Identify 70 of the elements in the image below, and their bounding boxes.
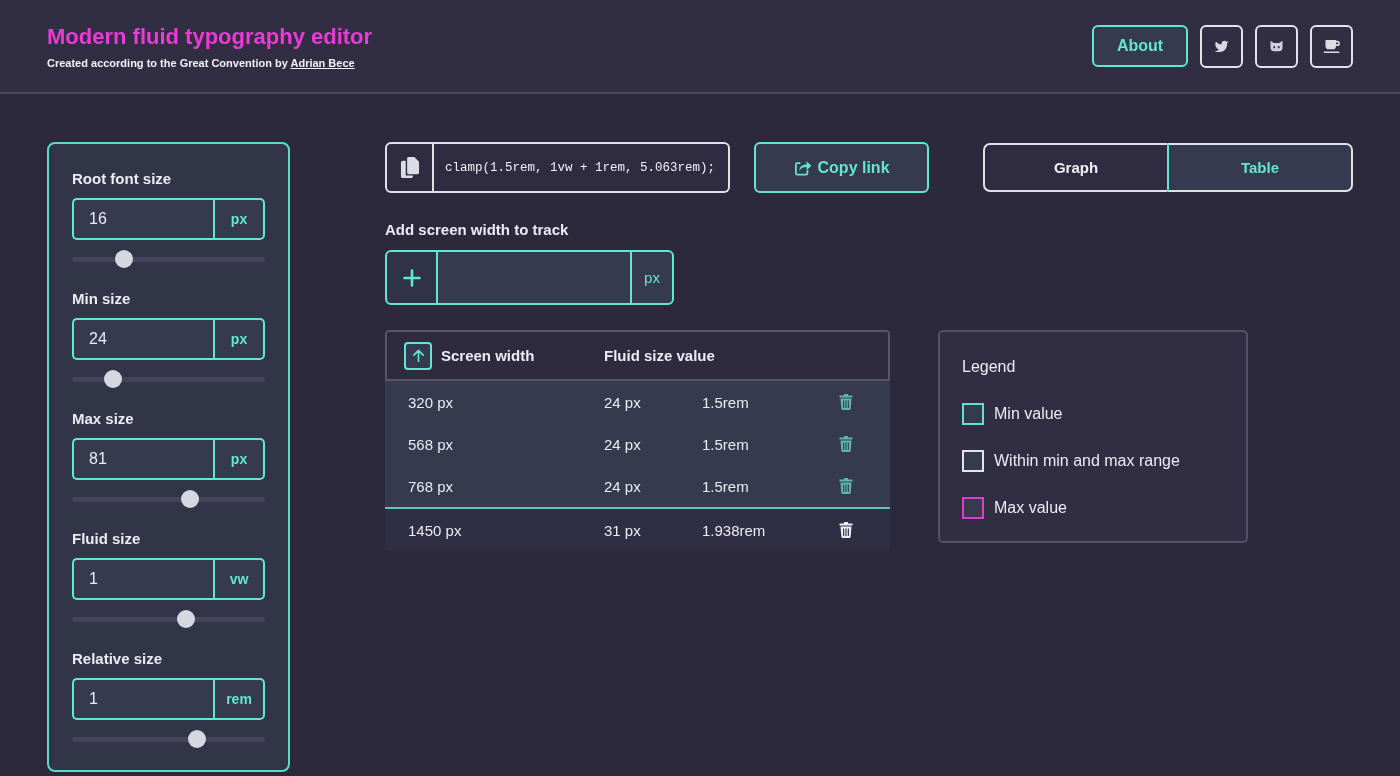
table-cell: 1.5rem: [702, 477, 749, 495]
cat-face-icon: [1269, 40, 1284, 52]
icon-button[interactable]: [1200, 24, 1243, 68]
unit-label: px: [630, 250, 674, 305]
slider-thumb[interactable]: [188, 730, 207, 748]
slider-thumb[interactable]: [180, 490, 199, 508]
column-header: Fluid size value: [604, 347, 715, 364]
trash-icon: [839, 522, 853, 538]
css-output: clamp(1.5rem, 1vw + 1rem, 5.063rem);: [434, 142, 731, 193]
field-label: Min size: [72, 290, 131, 308]
table-cell: 320 px: [408, 393, 454, 411]
field-label: Fluid size: [72, 530, 141, 548]
table-cell: 24 px: [604, 435, 641, 453]
legend-title: Legend: [962, 357, 1016, 377]
number-input[interactable]: 81: [72, 438, 213, 480]
field-label: Max size: [72, 410, 134, 428]
delete-button[interactable]: [838, 435, 854, 453]
copy-link-button[interactable]: Copy link: [754, 142, 930, 193]
sort-button[interactable]: [404, 341, 432, 370]
unit-label: px: [213, 318, 265, 360]
delete-button[interactable]: [838, 393, 854, 411]
unit-label: rem: [213, 678, 265, 720]
number-input[interactable]: 24: [72, 318, 213, 360]
slider-thumb[interactable]: [115, 250, 134, 268]
author-link[interactable]: Adrian Bece: [290, 57, 355, 69]
icon-button[interactable]: [1255, 24, 1298, 68]
table-cell: 31 px: [604, 521, 641, 539]
icon-button[interactable]: [1310, 24, 1353, 68]
bird-icon: [1214, 39, 1229, 53]
view-tab[interactable]: Table: [1167, 143, 1353, 192]
table-cell: 24 px: [604, 477, 641, 495]
subtitle-text: Created according to the Great Convention by Adrian Bece: [47, 56, 356, 70]
trash-icon: [839, 436, 853, 452]
table-cell: 768 px: [408, 477, 454, 495]
legend-label: Max value: [994, 499, 1067, 517]
add-button[interactable]: [385, 250, 438, 305]
table-cell: 1450 px: [408, 521, 462, 539]
share-icon: [793, 159, 812, 176]
field-label: Relative size: [72, 650, 163, 668]
legend-label: Within min and max range: [994, 452, 1180, 470]
slider-thumb[interactable]: [103, 370, 122, 388]
legend-label: Min value: [994, 405, 1063, 423]
view-tab[interactable]: Graph: [983, 143, 1167, 192]
delete-button[interactable]: [838, 521, 854, 539]
coffee-cup-icon: [1322, 38, 1341, 54]
number-input[interactable]: 16: [72, 198, 213, 240]
table-cell: 1.5rem: [702, 393, 749, 411]
unit-label: px: [213, 198, 265, 240]
copy-button[interactable]: [385, 142, 434, 193]
table-cell: 1.5rem: [702, 435, 749, 453]
table-cell: 1.938rem: [702, 521, 766, 539]
number-input[interactable]: 1: [72, 558, 213, 600]
field-label: Add screen width to track: [385, 221, 569, 239]
arrow-up-icon: [410, 348, 426, 363]
table-cell: 24 px: [604, 393, 641, 411]
unit-label: px: [213, 438, 265, 480]
column-header: Screen width: [441, 347, 535, 364]
copy-icon: [399, 156, 420, 179]
trash-icon: [839, 394, 853, 410]
page-title: Modern fluid typography editor: [47, 24, 373, 50]
about-button[interactable]: About: [1092, 25, 1188, 67]
number-input[interactable]: 1: [72, 678, 213, 720]
unit-label: vw: [213, 558, 265, 600]
trash-icon: [839, 478, 853, 494]
delete-button[interactable]: [838, 477, 854, 495]
width-input[interactable]: [438, 250, 630, 305]
table-cell: 568 px: [408, 435, 454, 453]
plus-icon: [402, 268, 421, 287]
slider-thumb[interactable]: [176, 610, 195, 628]
field-label: Root font size: [72, 170, 172, 188]
